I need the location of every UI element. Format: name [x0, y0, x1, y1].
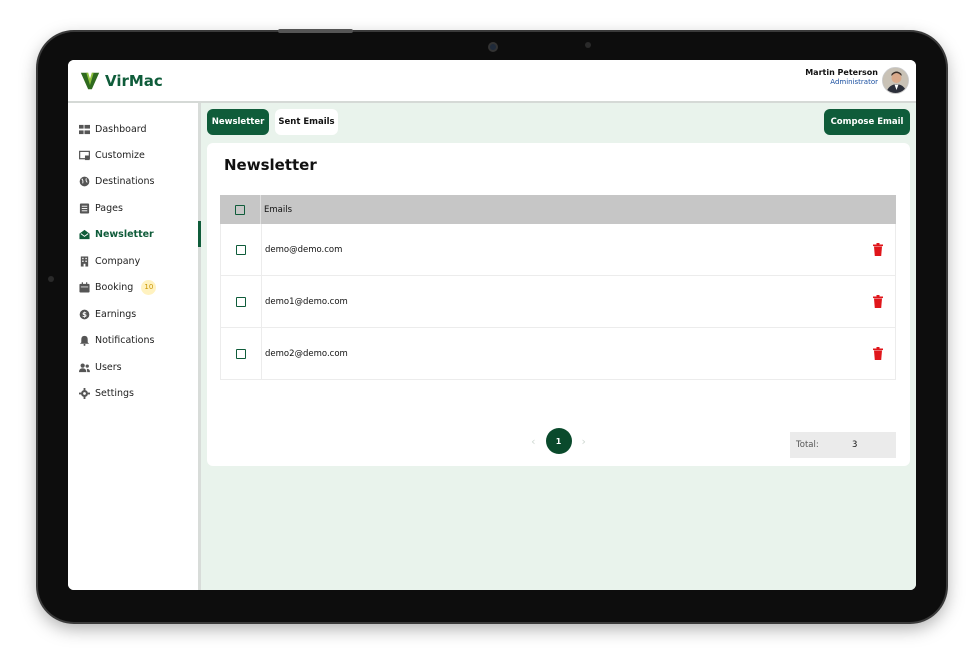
bell-icon	[79, 335, 90, 346]
sidebar-item-label: Company	[95, 255, 141, 267]
sidebar-item-label: Settings	[95, 387, 134, 399]
user-info[interactable]: Martin Peterson Administrator	[805, 68, 878, 86]
customize-icon	[79, 150, 90, 161]
newsletter-icon	[79, 229, 90, 240]
sidebar-item-users[interactable]: Users	[79, 358, 199, 376]
tab-sent-emails[interactable]: Sent Emails	[275, 109, 338, 135]
brand-name: VirMac	[105, 72, 163, 90]
side-sensor-dot	[48, 276, 54, 282]
email-cell: demo2@demo.com	[265, 348, 348, 359]
row-check-cell	[221, 327, 262, 380]
sidebar-item-label: Dashboard	[95, 123, 147, 135]
compose-email-button[interactable]: Compose Email	[824, 109, 910, 135]
camera-icon	[488, 42, 498, 52]
sensor-dot	[585, 42, 591, 48]
email-cell: demo1@demo.com	[265, 296, 348, 307]
select-all-checkbox[interactable]	[235, 204, 245, 215]
row-checkbox[interactable]	[236, 296, 246, 307]
sidebar-item-customize[interactable]: Customize	[79, 146, 199, 164]
sidebar-item-company[interactable]: Company	[79, 252, 199, 270]
users-icon	[79, 362, 90, 373]
sidebar-item-label: Earnings	[95, 308, 137, 320]
email-cell: demo@demo.com	[265, 244, 343, 255]
row-checkbox[interactable]	[236, 244, 246, 255]
page-title: Newsletter	[224, 156, 317, 174]
sidebar-item-label: Users	[95, 361, 122, 373]
row-check-cell	[221, 275, 262, 328]
user-name: Martin Peterson	[805, 68, 878, 77]
top-header: VirMac Martin Peterson Administrator	[68, 60, 916, 103]
booking-count-badge: 10	[141, 279, 157, 295]
booking-icon	[79, 281, 90, 293]
avatar-image	[883, 68, 908, 93]
tablet-power-button	[278, 29, 353, 33]
sidebar: Dashboard Customize Destinations Pages N…	[68, 103, 201, 590]
newsletter-card: Newsletter Emails demo@demo.com demo1@de…	[207, 143, 910, 466]
table-row: demo2@demo.com	[220, 327, 896, 380]
table-row: demo@demo.com	[220, 223, 896, 276]
sidebar-item-label: Customize	[95, 149, 145, 161]
emails-table: Emails demo@demo.com demo1@demo.com demo…	[220, 195, 896, 458]
sidebar-item-newsletter[interactable]: Newsletter	[79, 225, 199, 243]
trash-icon[interactable]	[873, 243, 883, 256]
brand-logo[interactable]: VirMac	[79, 70, 163, 92]
prev-page-button[interactable]: ‹	[531, 435, 535, 448]
row-check-cell	[221, 223, 262, 276]
column-header-emails: Emails	[264, 204, 293, 215]
sidebar-item-notifications[interactable]: Notifications	[79, 331, 199, 349]
sidebar-item-label: Pages	[95, 202, 123, 214]
table-header: Emails	[220, 195, 896, 224]
sidebar-item-booking[interactable]: Booking 10	[79, 278, 199, 296]
avatar[interactable]	[882, 67, 909, 94]
pages-icon	[79, 202, 90, 214]
building-icon	[79, 255, 90, 267]
main-content: Newsletter Sent Emails Compose Email New…	[201, 103, 916, 590]
pagination: ‹ 1 ›	[207, 428, 910, 454]
dashboard-icon	[79, 124, 90, 135]
trash-icon[interactable]	[873, 347, 883, 360]
sidebar-item-dashboard[interactable]: Dashboard	[79, 120, 199, 138]
dollar-icon: $	[79, 309, 90, 320]
svg-text:$: $	[82, 310, 87, 318]
sidebar-item-pages[interactable]: Pages	[79, 199, 199, 217]
globe-icon	[79, 176, 90, 187]
table-row: demo1@demo.com	[220, 275, 896, 328]
sidebar-item-label: Newsletter	[95, 228, 154, 240]
tablet-frame: VirMac Martin Peterson Administrator Das…	[38, 29, 946, 622]
sidebar-item-settings[interactable]: Settings	[79, 384, 199, 402]
sidebar-item-destinations[interactable]: Destinations	[79, 172, 199, 190]
trash-icon[interactable]	[873, 295, 883, 308]
logo-icon	[80, 72, 100, 90]
tab-newsletter[interactable]: Newsletter	[207, 109, 269, 135]
sidebar-item-label: Notifications	[95, 334, 155, 346]
page-button-current[interactable]: 1	[545, 428, 572, 454]
next-page-button[interactable]: ›	[582, 435, 586, 448]
sidebar-item-earnings[interactable]: $ Earnings	[79, 305, 199, 323]
row-checkbox[interactable]	[236, 348, 246, 359]
user-role: Administrator	[830, 78, 878, 86]
sidebar-item-label: Destinations	[95, 175, 155, 187]
gear-icon	[79, 387, 90, 399]
select-all-cell	[220, 195, 261, 224]
app-screen: VirMac Martin Peterson Administrator Das…	[68, 60, 916, 590]
sidebar-item-label: Booking	[95, 281, 134, 293]
